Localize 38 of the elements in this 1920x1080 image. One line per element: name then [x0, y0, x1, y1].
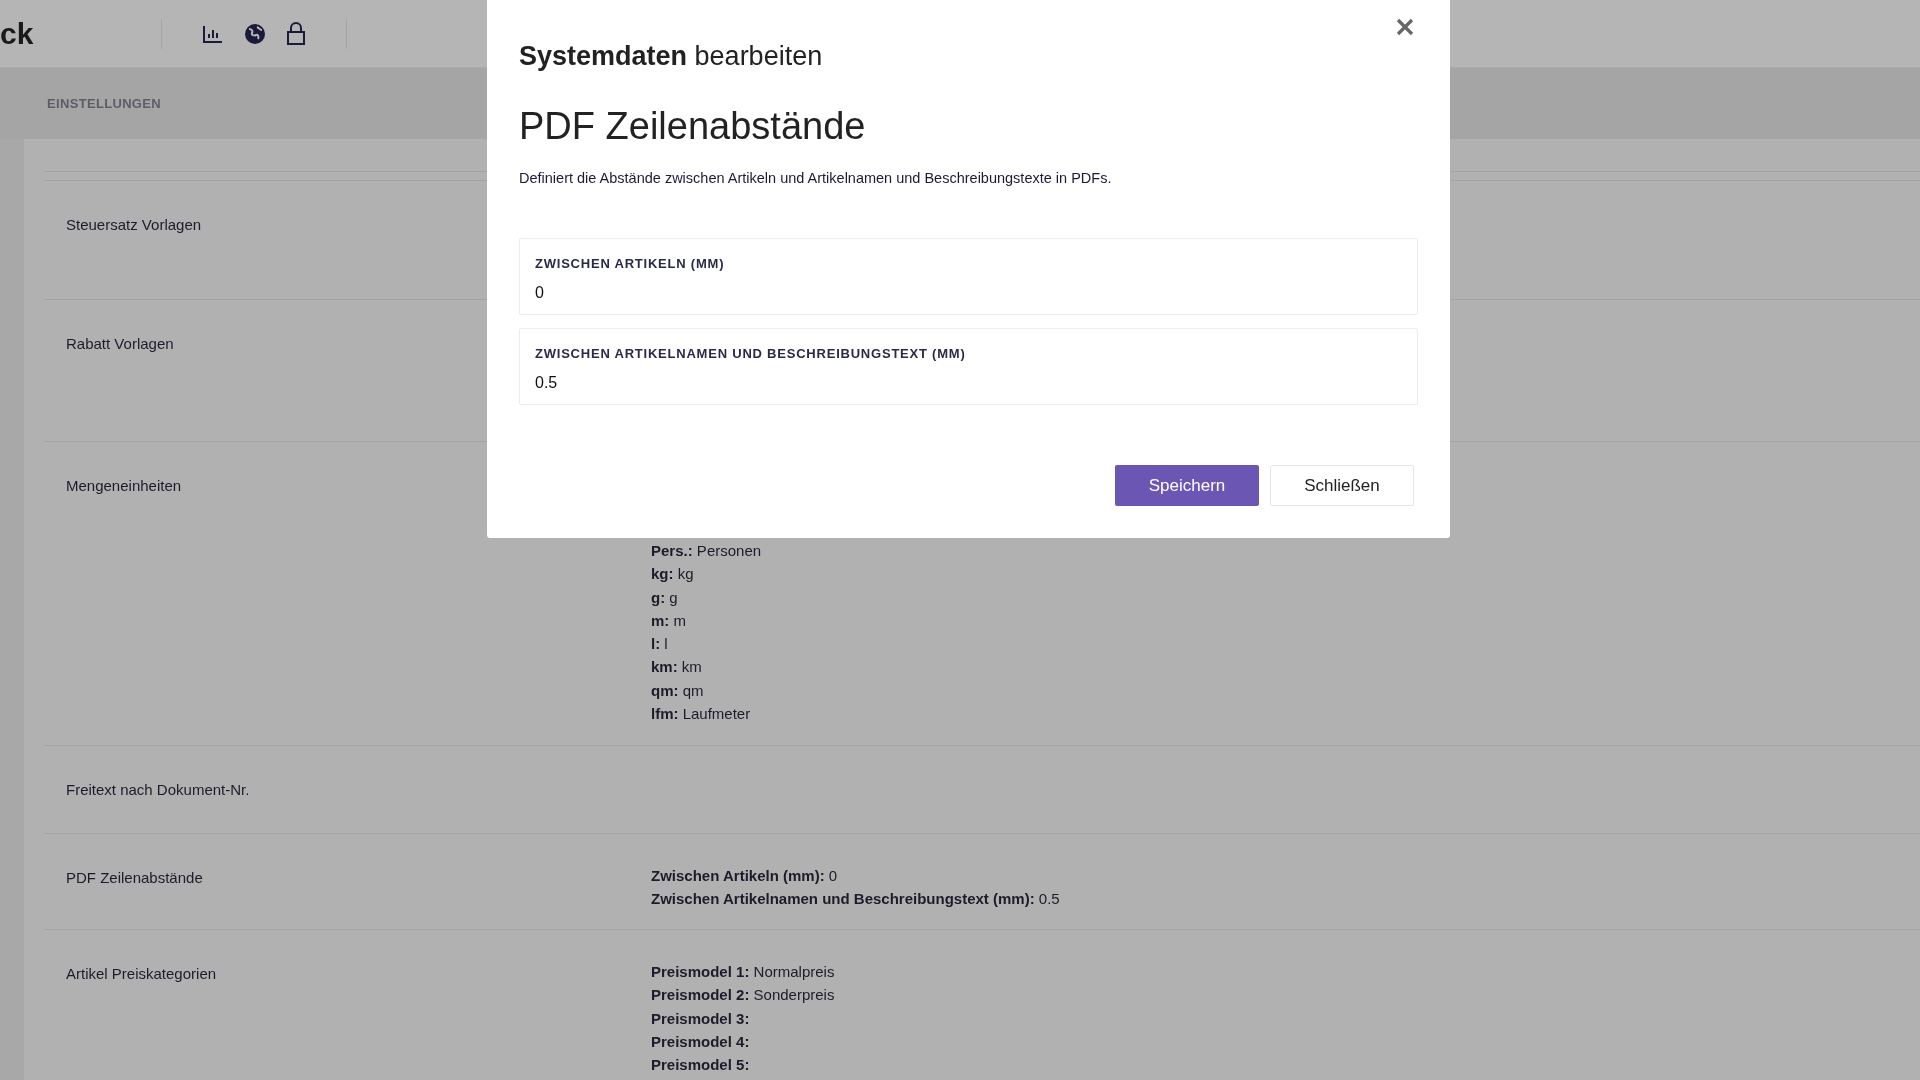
field-input[interactable]: 0.5	[535, 371, 1402, 396]
setting-label: Artikel Preiskategorien	[66, 965, 217, 982]
setting-label: Freitext nach Dokument-Nr.	[66, 781, 250, 798]
setting-value: Preismodel 3:	[651, 1008, 751, 1029]
setting-value: Preismodel 1: Normalpreis	[651, 962, 835, 982]
form-field[interactable]: ZWISCHEN ARTIKELN (MM) 0	[519, 237, 1418, 315]
setting-label: PDF Zeilenabstände	[66, 869, 203, 886]
setting-value: g: g	[651, 587, 679, 608]
close-dialog-button[interactable]: Schließen	[1270, 464, 1414, 506]
field-input[interactable]: 0	[535, 281, 1402, 306]
setting-value: Preismodel 2: Sonderpreis	[651, 985, 835, 1006]
form-field[interactable]: ZWISCHEN ARTIKELNAMEN UND BESCHREIBUNGSTEXT (MM) 0.5	[519, 327, 1418, 405]
dialog-title: Systemdaten bearbeiten	[519, 40, 824, 73]
section-title: EINSTELLUNGEN	[47, 94, 161, 113]
field-label: ZWISCHEN ARTIKELNAMEN UND BESCHREIBUNGSTEXT (MM)	[535, 344, 966, 363]
logo[interactable]: ck	[0, 18, 161, 49]
globe-icon[interactable]	[244, 22, 266, 45]
setting-label: Steuersatz Vorlagen	[66, 216, 202, 233]
close-icon	[1396, 18, 1414, 36]
setting-value: Preismodel 5:	[651, 1055, 751, 1076]
setting-value: Zwischen Artikelnamen und Beschreibungstext (mm): 0.5	[651, 889, 1060, 910]
setting-label: Mengeneinheiten	[66, 477, 182, 494]
setting-value: qm: qm	[651, 680, 705, 701]
setting-value: kg: kg	[651, 564, 695, 585]
setting-value: lfm: Laufmeter	[651, 704, 752, 725]
setting-value: Preismodel 4:	[651, 1031, 751, 1052]
bar-chart-icon[interactable]	[202, 23, 224, 44]
setting-value: m: m	[651, 610, 687, 631]
setting-label: Rabatt Vorlagen	[66, 335, 174, 352]
dialog-heading: PDF Zeilenabstände	[519, 104, 867, 148]
lock-icon[interactable]	[286, 21, 306, 46]
setting-value: Pers.: Personen	[651, 541, 762, 561]
setting-value: km: km	[651, 657, 703, 678]
setting-value: Zwischen Artikeln (mm): 0	[651, 866, 839, 886]
field-label: ZWISCHEN ARTIKELN (MM)	[535, 254, 725, 273]
dialog-description: Definiert die Abstände zwischen Artikeln und Artikelnamen und Beschreibungstexte in PDFs.	[519, 169, 1113, 188]
save-button[interactable]: Speichern	[1115, 464, 1259, 506]
setting-value: l: l	[651, 634, 669, 655]
